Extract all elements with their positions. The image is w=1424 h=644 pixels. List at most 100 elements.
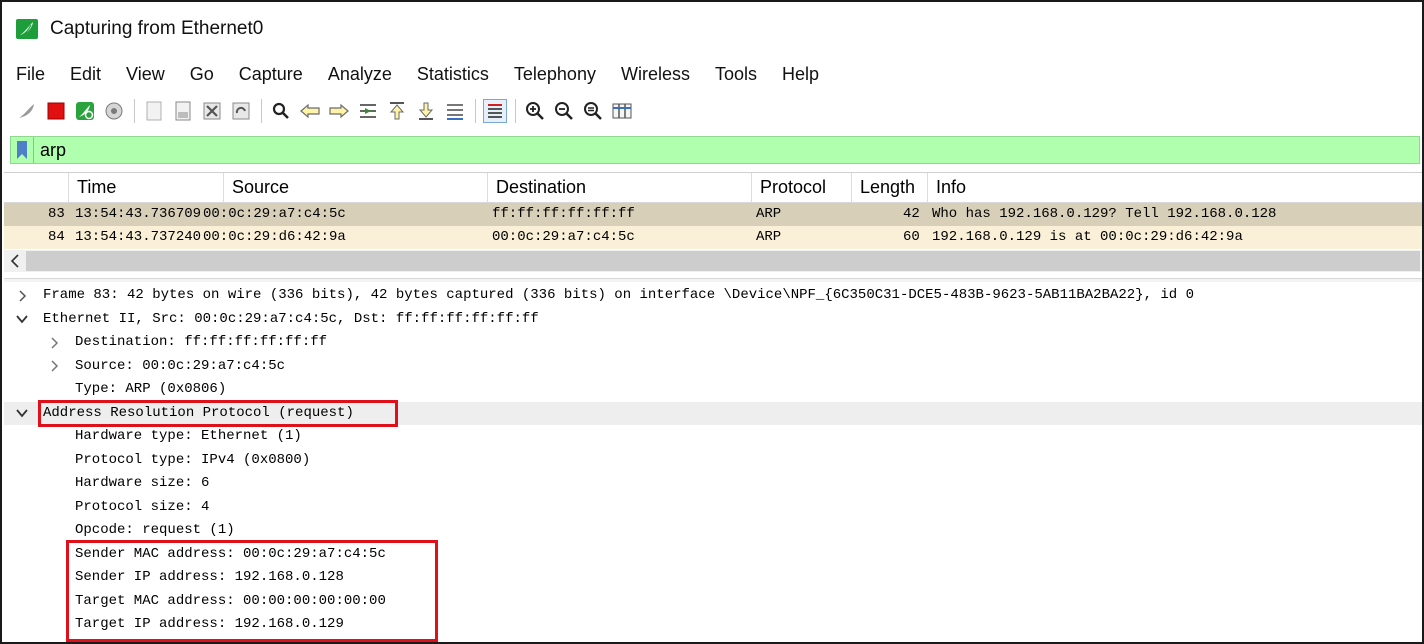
close-file-icon[interactable] xyxy=(201,100,223,122)
column-length[interactable]: Length xyxy=(851,173,927,203)
tree-item-eth-source[interactable]: Source: 00:0c:29:a7:c4:5c xyxy=(4,355,1422,379)
save-file-icon[interactable] xyxy=(172,100,194,122)
tree-item-label: Source: 00:0c:29:a7:c4:5c xyxy=(75,357,286,374)
menu-tools[interactable]: Tools xyxy=(715,64,757,85)
scroll-left-icon[interactable] xyxy=(4,250,26,272)
menu-edit[interactable]: Edit xyxy=(70,64,101,85)
chevron-right-icon[interactable] xyxy=(14,284,30,307)
menu-statistics[interactable]: Statistics xyxy=(417,64,489,85)
menu-bar: File Edit View Go Capture Analyze Statis… xyxy=(2,58,1422,90)
tree-item-label: Opcode: request (1) xyxy=(75,522,235,538)
packet-info: Who has 192.168.0.129? Tell 192.168.0.12… xyxy=(932,206,1277,222)
packet-number: 83 xyxy=(48,206,65,222)
tree-item-hw-type[interactable]: Hardware type: Ethernet (1) xyxy=(4,425,1422,449)
go-back-icon[interactable] xyxy=(299,100,321,122)
chevron-right-icon[interactable] xyxy=(46,355,62,378)
packet-source: 00:0c:29:d6:42:9a xyxy=(203,229,346,245)
tree-item-label: Ethernet II, Src: 00:0c:29:a7:c4:5c, Dst… xyxy=(43,310,539,327)
toolbar-separator xyxy=(134,99,135,123)
packet-time: 13:54:43.737240 xyxy=(75,229,202,245)
packet-length: 42 xyxy=(903,206,920,222)
open-file-icon[interactable] xyxy=(143,100,165,122)
scrollbar-thumb[interactable] xyxy=(26,251,1420,271)
tree-item-label: Destination: ff:ff:ff:ff:ff:ff xyxy=(75,334,328,350)
chevron-down-icon[interactable] xyxy=(14,308,30,331)
chevron-right-icon[interactable] xyxy=(46,331,62,354)
column-source[interactable]: Source xyxy=(223,173,487,203)
tree-item-hw-size[interactable]: Hardware size: 6 xyxy=(4,472,1422,496)
filter-separator xyxy=(33,137,34,163)
tree-item-frame[interactable]: Frame 83: 42 bytes on wire (336 bits), 4… xyxy=(4,284,1422,308)
packet-length: 60 xyxy=(903,229,920,245)
wireshark-app-icon xyxy=(16,18,38,40)
display-filter-bar xyxy=(10,136,1420,164)
colorize-icon[interactable] xyxy=(483,99,507,123)
main-toolbar xyxy=(2,94,1422,128)
reload-file-icon[interactable] xyxy=(230,100,252,122)
tree-item-label: Type: ARP (0x0806) xyxy=(75,381,227,397)
tree-item-label: Protocol type: IPv4 (0x0800) xyxy=(75,451,311,468)
menu-file[interactable]: File xyxy=(16,64,45,85)
tree-item-eth-destination[interactable]: Destination: ff:ff:ff:ff:ff:ff xyxy=(4,331,1422,355)
tree-item-ethernet[interactable]: Ethernet II, Src: 00:0c:29:a7:c4:5c, Dst… xyxy=(4,308,1422,332)
capture-options-icon[interactable] xyxy=(103,100,125,122)
packet-row[interactable]: 83 13:54:43.736709 00:0c:29:a7:c4:5c ff:… xyxy=(4,203,1422,226)
last-packet-icon[interactable] xyxy=(415,100,437,122)
menu-analyze[interactable]: Analyze xyxy=(328,64,392,85)
find-packet-icon[interactable] xyxy=(270,100,292,122)
menu-wireless[interactable]: Wireless xyxy=(621,64,690,85)
arp-highlight-box xyxy=(38,400,398,427)
menu-view[interactable]: View xyxy=(126,64,165,85)
menu-go[interactable]: Go xyxy=(190,64,214,85)
column-destination[interactable]: Destination xyxy=(487,173,751,203)
tree-item-label: Hardware size: 6 xyxy=(75,475,210,491)
tree-item-label: Protocol size: 4 xyxy=(75,498,210,515)
packet-number: 84 xyxy=(48,229,65,245)
restart-capture-icon[interactable] xyxy=(74,100,96,122)
menu-telephony[interactable]: Telephony xyxy=(514,64,596,85)
toolbar-separator xyxy=(261,99,262,123)
go-to-packet-icon[interactable] xyxy=(357,100,379,122)
tree-item-proto-type[interactable]: Protocol type: IPv4 (0x0800) xyxy=(4,449,1422,473)
zoom-out-icon[interactable] xyxy=(553,100,575,122)
menu-capture[interactable]: Capture xyxy=(239,64,303,85)
chevron-down-icon[interactable] xyxy=(14,402,30,425)
packet-protocol: ARP xyxy=(756,206,782,222)
wireshark-window: Capturing from Ethernet0 File Edit View … xyxy=(0,0,1424,644)
toolbar-separator xyxy=(515,99,516,123)
tree-item-label: Hardware type: Ethernet (1) xyxy=(75,428,302,444)
address-highlight-box xyxy=(66,540,438,642)
packet-time: 13:54:43.736709 xyxy=(75,206,202,222)
column-protocol[interactable]: Protocol xyxy=(751,173,851,203)
pane-splitter[interactable] xyxy=(4,278,1422,282)
toolbar-separator xyxy=(475,99,476,123)
shark-fin-start-icon[interactable] xyxy=(16,100,38,122)
tree-item-eth-type[interactable]: Type: ARP (0x0806) xyxy=(4,378,1422,402)
packet-list-hscrollbar[interactable] xyxy=(4,250,1422,272)
auto-scroll-icon[interactable] xyxy=(444,100,466,122)
tree-item-label: Frame 83: 42 bytes on wire (336 bits), 4… xyxy=(43,287,1194,303)
packet-destination: ff:ff:ff:ff:ff:ff xyxy=(492,206,635,222)
window-title: Capturing from Ethernet0 xyxy=(50,18,264,39)
column-info[interactable]: Info xyxy=(927,173,1422,203)
packet-source: 00:0c:29:a7:c4:5c xyxy=(203,206,346,222)
column-time[interactable]: Time xyxy=(68,173,223,203)
resize-columns-icon[interactable] xyxy=(611,100,633,122)
stop-capture-icon[interactable] xyxy=(45,100,67,122)
packet-list-header: Time Source Destination Protocol Length … xyxy=(4,173,1422,203)
first-packet-icon[interactable] xyxy=(386,100,408,122)
tree-item-proto-size[interactable]: Protocol size: 4 xyxy=(4,496,1422,520)
packet-list: Time Source Destination Protocol Length … xyxy=(4,172,1422,274)
display-filter-input[interactable] xyxy=(40,139,1340,161)
filter-bookmark-icon[interactable] xyxy=(11,137,33,163)
zoom-in-icon[interactable] xyxy=(524,100,546,122)
go-forward-icon[interactable] xyxy=(328,100,350,122)
packet-protocol: ARP xyxy=(756,229,782,245)
packet-row[interactable]: 84 13:54:43.737240 00:0c:29:d6:42:9a 00:… xyxy=(4,226,1422,249)
packet-info: 192.168.0.129 is at 00:0c:29:d6:42:9a xyxy=(932,229,1243,245)
tree-item-opcode[interactable]: Opcode: request (1) xyxy=(4,519,1422,543)
normal-size-icon[interactable] xyxy=(582,100,604,122)
menu-help[interactable]: Help xyxy=(782,64,819,85)
packet-details-tree: Frame 83: 42 bytes on wire (336 bits), 4… xyxy=(4,284,1422,642)
title-bar: Capturing from Ethernet0 xyxy=(2,2,1422,56)
